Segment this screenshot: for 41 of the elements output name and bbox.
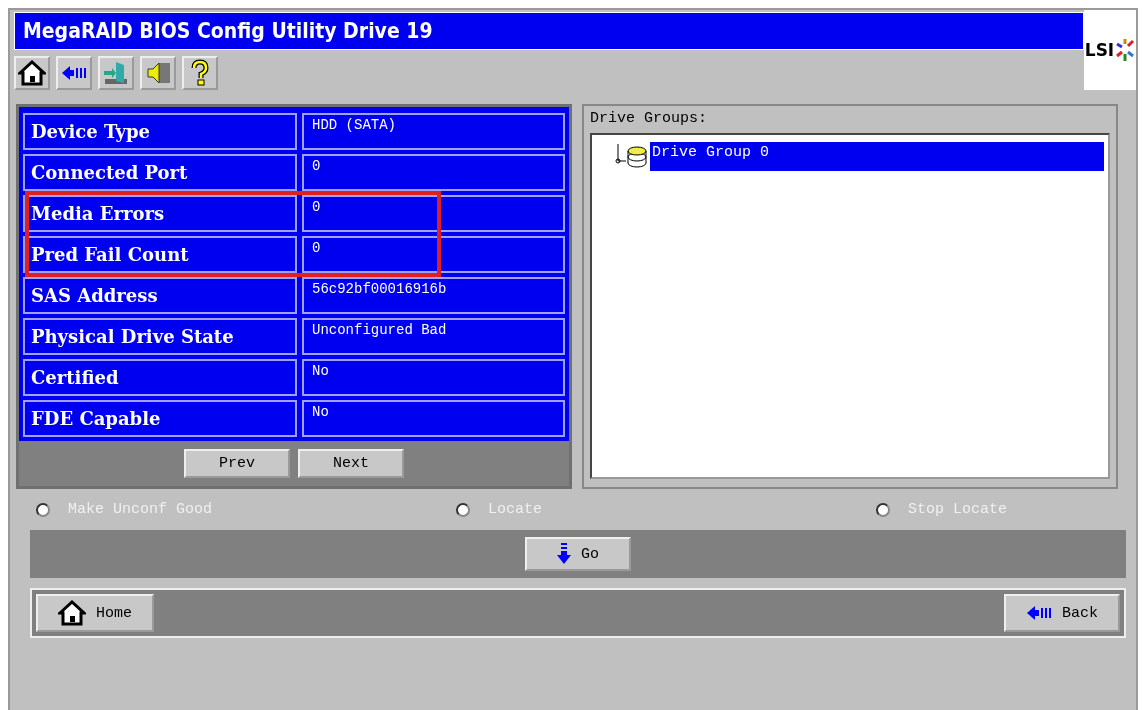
property-value: 0 — [302, 154, 565, 191]
go-button[interactable]: Go — [525, 537, 631, 571]
logo-text: LSI — [1084, 40, 1115, 60]
window-title: MegaRAID BIOS Config Utility Drive 19 — [14, 12, 1084, 50]
toolbar-button[interactable] — [140, 56, 176, 90]
property-value: HDD (SATA) — [302, 113, 565, 150]
property-label: Connected Port — [23, 154, 297, 191]
arrow-left-icon — [61, 64, 87, 82]
help-icon — [190, 59, 210, 87]
property-label: FDE Capable — [23, 400, 297, 437]
home-icon — [58, 600, 86, 626]
property-label: Pred Fail Count — [23, 236, 297, 273]
radio-icon — [876, 502, 890, 517]
pager-button[interactable]: Prev — [184, 449, 290, 478]
home-button[interactable]: Home — [36, 594, 154, 632]
arrow-left-icon — [1026, 604, 1052, 622]
property-value: Unconfigured Bad — [302, 318, 565, 355]
property-value: No — [302, 359, 565, 396]
toolbar-button[interactable] — [56, 56, 92, 90]
toolbar-button[interactable] — [14, 56, 50, 90]
drive-groups-label: Drive Groups: — [590, 110, 709, 127]
property-label: Device Type — [23, 113, 297, 150]
tree-item[interactable]: Drive Group 0 — [650, 141, 1104, 171]
toolbar-button[interactable] — [182, 56, 218, 90]
door-exit-icon — [102, 59, 130, 87]
home-icon — [18, 60, 46, 86]
back-button[interactable]: Back — [1004, 594, 1120, 632]
arrow-down-icon — [557, 543, 571, 565]
property-value: 56c92bf00016916b — [302, 277, 565, 314]
property-label: SAS Address — [23, 277, 297, 314]
property-label: Physical Drive State — [23, 318, 297, 355]
database-icon — [614, 141, 648, 171]
logo-mark-icon — [1115, 38, 1136, 62]
property-label: Media Errors — [23, 195, 297, 232]
property-label: Certified — [23, 359, 297, 396]
pager-button[interactable]: Next — [298, 449, 404, 478]
property-value: 0 — [302, 236, 565, 273]
radio-icon — [456, 502, 470, 517]
property-value: No — [302, 400, 565, 437]
radio-icon — [36, 502, 50, 517]
property-value: 0 — [302, 195, 565, 232]
